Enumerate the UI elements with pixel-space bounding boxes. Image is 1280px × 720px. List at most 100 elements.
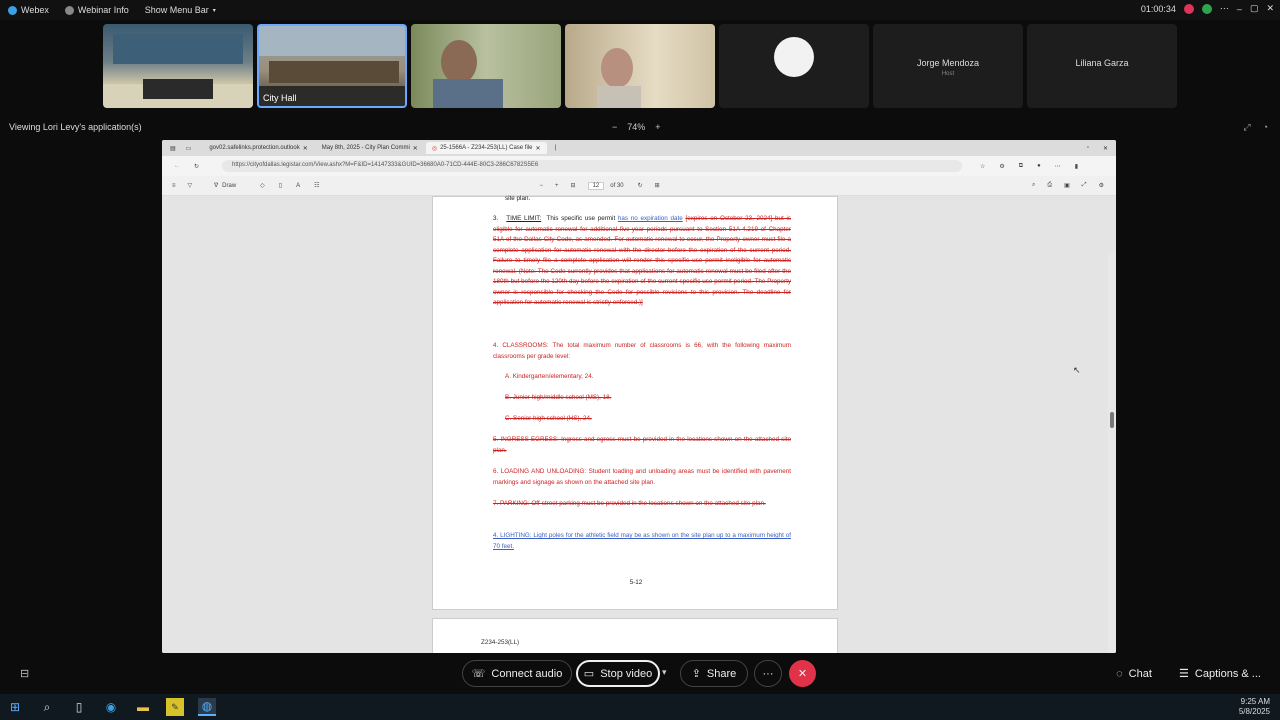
draw-icon[interactable]: ∇ xyxy=(214,182,218,189)
highlight-icon[interactable]: ▽ xyxy=(188,182,193,189)
show-menu-bar-menu[interactable]: Show Menu Bar ▾ xyxy=(137,5,224,15)
zoom-in-pdf-icon[interactable]: + xyxy=(555,183,559,189)
erase-icon[interactable]: ◇ xyxy=(260,182,265,189)
draw-button[interactable]: Draw xyxy=(222,183,236,189)
rotate-icon[interactable]: ↻ xyxy=(638,182,643,189)
captions-icon: ☰ xyxy=(1179,668,1189,680)
chat-button[interactable]: ◌ Chat xyxy=(1102,660,1166,687)
share-button[interactable]: ⇪ Share xyxy=(680,660,748,687)
member-video xyxy=(597,48,641,108)
participant-tile-liliana-garza[interactable]: Liliana Garza xyxy=(1027,24,1177,108)
edge-icon[interactable]: ◉ xyxy=(102,698,120,716)
participant-tile-avatar[interactable] xyxy=(719,24,869,108)
save-icon[interactable]: ▣ xyxy=(1064,182,1070,189)
tab-label: May 8th, 2025 - City Plan Commi xyxy=(321,145,410,151)
reload-icon[interactable]: ↻ xyxy=(194,163,199,170)
search-icon[interactable]: ⌕ xyxy=(38,698,56,716)
folder-icon[interactable]: ▬ xyxy=(134,698,152,716)
caption-toggle-icon[interactable]: ⊟ xyxy=(20,667,29,680)
system-clock[interactable]: 9:25 AM 5/8/2025 xyxy=(1239,697,1270,717)
more-options-icon[interactable]: ⋯ xyxy=(1220,3,1229,14)
windows-taskbar: ⊞ ⌕ ▯ ◉ ▬ ✎ ◍ xyxy=(0,694,1280,720)
tab-outlook-safelinks[interactable]: gov02.safelinks.protection.outlook ✕ xyxy=(203,142,313,154)
restore-icon[interactable]: ▫ xyxy=(1087,145,1089,151)
pdf-scrollbar[interactable] xyxy=(1108,252,1116,653)
pdf-next-page: Z234-253(LL) xyxy=(432,618,838,653)
browser-menu-icon[interactable]: ⋯ xyxy=(1055,163,1061,170)
favorite-icon[interactable]: ☆ xyxy=(980,163,985,170)
close-tab-icon[interactable]: ✕ xyxy=(535,145,540,152)
webinar-info-menu[interactable]: Webinar Info xyxy=(57,5,137,15)
text-icon[interactable]: ▯ xyxy=(279,182,282,189)
clock-date: 5/8/2025 xyxy=(1238,707,1270,716)
connection-icon xyxy=(1201,3,1212,14)
participant-tile-speaker[interactable] xyxy=(411,24,561,108)
viewing-share-label: Viewing Lori Levy's application(s) xyxy=(9,122,142,132)
participant-tile-city-hall[interactable]: City Hall xyxy=(257,24,407,108)
classroom-item-b: B. Junior high/middle school (MS), 18. xyxy=(505,394,612,401)
more-options-button[interactable]: ··· xyxy=(754,660,782,687)
condition-classrooms: 4. CLASSROOMS: The total maximum number … xyxy=(493,342,791,360)
sticky-notes-icon[interactable]: ✎ xyxy=(166,698,184,716)
expand-icon[interactable]: ⤢ xyxy=(1243,122,1250,133)
zoom-in-button[interactable]: + xyxy=(655,122,660,132)
leave-meeting-button[interactable]: ✕ xyxy=(789,660,816,687)
read-aloud-icon[interactable]: A xyxy=(296,183,300,189)
pdf-viewer[interactable]: site plan. 3. TIME LIMIT: This specific … xyxy=(162,195,1116,653)
added-text: has no expiration date xyxy=(617,215,683,222)
participant-tile-jorge-mendoza[interactable]: Jorge Mendoza Host xyxy=(873,24,1023,108)
back-icon[interactable]: ← xyxy=(174,163,180,169)
stop-video-label: Stop video xyxy=(600,667,653,680)
new-tab-button[interactable]: | xyxy=(555,145,557,151)
webex-taskbar-icon[interactable]: ◍ xyxy=(198,698,216,716)
search-icon[interactable]: ⌕ xyxy=(1032,182,1035,189)
view-icon[interactable]: ☷ xyxy=(314,182,319,189)
participant-tile-council-chamber[interactable] xyxy=(103,24,253,108)
video-icon: ▭ xyxy=(583,668,595,680)
file-icon[interactable]: ▯ xyxy=(70,698,88,716)
connect-audio-button[interactable]: ☏ Connect audio xyxy=(462,660,572,687)
top-fragment: site plan. xyxy=(505,195,531,202)
close-icon[interactable]: ✕ xyxy=(1266,3,1274,14)
zoom-out-pdf-icon[interactable]: − xyxy=(540,183,544,189)
tab-case-file[interactable]: ◎ 25-1566A - Z234-253(LL) Case file ✕ xyxy=(425,142,547,154)
minimize-icon[interactable]: – xyxy=(1237,4,1242,14)
settings-icon[interactable]: ⚙ xyxy=(1099,182,1104,189)
video-options-chevron-icon[interactable]: ▾ xyxy=(662,667,667,678)
url-input[interactable]: https://cityofdallas.legistar.com/View.a… xyxy=(222,160,962,172)
show-menu-bar-label: Show Menu Bar xyxy=(144,5,209,15)
stop-video-button[interactable]: ▭ Stop video xyxy=(576,660,660,687)
close-tab-icon[interactable]: ✕ xyxy=(303,145,308,152)
share-label: Share xyxy=(706,667,737,680)
zoom-controls: − 74% + xyxy=(612,122,661,132)
webex-menu[interactable]: Webex xyxy=(0,5,57,15)
extensions-icon[interactable]: ⚙ xyxy=(999,163,1004,170)
two-page-icon[interactable]: ⊞ xyxy=(655,182,660,189)
fullscreen-icon[interactable]: ⤢ xyxy=(1082,182,1087,189)
annotate-icon[interactable]: ◔ xyxy=(1263,122,1268,133)
scrollbar-thumb[interactable] xyxy=(1110,412,1114,428)
fit-page-icon[interactable]: ⊟ xyxy=(571,182,576,189)
profile-icon[interactable]: ● xyxy=(1037,163,1041,169)
zoom-out-button[interactable]: − xyxy=(612,122,617,132)
copilot-icon[interactable]: ▮ xyxy=(1075,163,1078,170)
collections-icon[interactable]: ⧉ xyxy=(1019,163,1023,170)
page-total: of 30 xyxy=(610,182,624,189)
shared-browser-window: ▤ ▭ gov02.safelinks.protection.outlook ✕ … xyxy=(162,140,1116,653)
close-window-icon[interactable]: ✕ xyxy=(1103,145,1108,152)
connect-audio-label: Connect audio xyxy=(491,667,563,680)
maximize-icon[interactable]: ▢ xyxy=(1250,3,1259,14)
webinar-info-label: Webinar Info xyxy=(77,5,129,15)
tab-city-plan[interactable]: May 8th, 2025 - City Plan Commi ✕ xyxy=(316,142,424,154)
sidebar-icon[interactable]: ▤ xyxy=(170,145,176,152)
tab-actions-icon[interactable]: ▭ xyxy=(186,145,192,152)
print-icon[interactable]: ⎙ xyxy=(1047,182,1052,189)
pdf-icon: ◎ xyxy=(431,145,438,152)
participant-tile-member[interactable] xyxy=(565,24,715,108)
page-number-input[interactable]: 12 xyxy=(587,181,605,190)
condition-parking: 7. PARKING: Off-street parking must be p… xyxy=(493,500,766,507)
start-icon[interactable]: ⊞ xyxy=(6,698,24,716)
contents-icon[interactable]: ≡ xyxy=(172,183,176,189)
captions-button[interactable]: ☰ Captions & ... xyxy=(1170,660,1270,687)
close-tab-icon[interactable]: ✕ xyxy=(413,145,418,152)
